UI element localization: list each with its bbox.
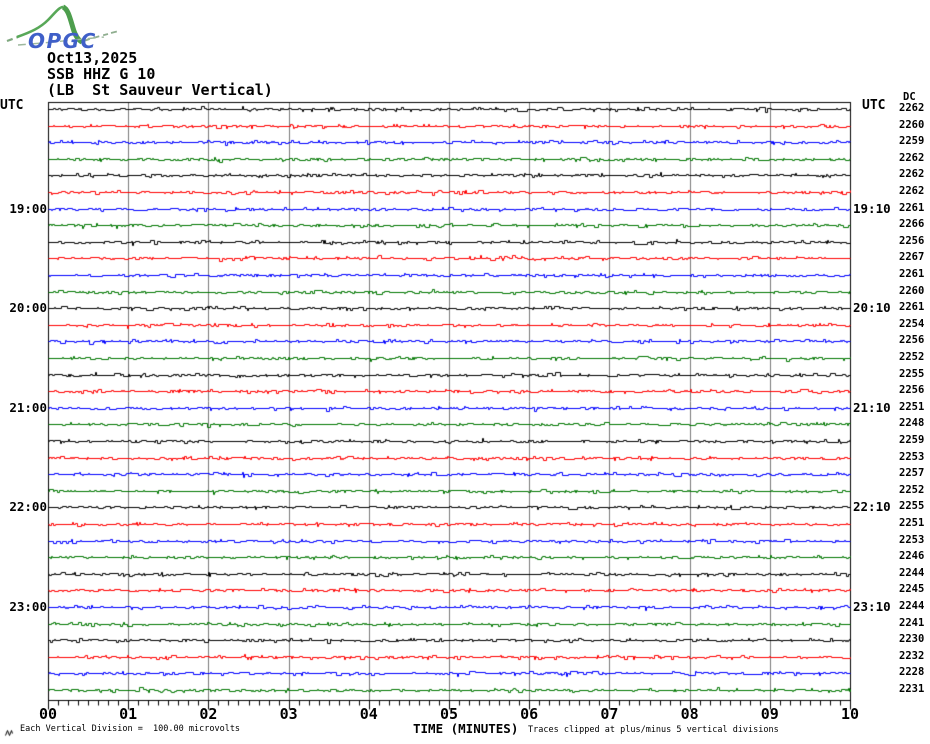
hour-label-right: 23:10 [853,599,891,614]
dc-value: 2257 [899,468,924,479]
opgc-logo: OPGC [4,2,122,52]
dc-value: 2259 [899,136,924,147]
dc-value: 2260 [899,120,924,131]
x-tick-label: 05 [440,706,458,722]
hour-label-left: 20:00 [9,300,47,315]
utc-label-right: UTC [862,99,885,113]
dc-value: 2255 [899,369,924,380]
x-tick-label: 01 [119,706,137,722]
x-tick-label: 10 [841,706,859,722]
dc-value: 2267 [899,252,924,263]
x-tick-label: 08 [681,706,699,722]
x-tick-label: 06 [520,706,538,722]
dc-value: 2262 [899,153,924,164]
hour-label-right: 22:10 [853,499,891,514]
dc-value: 2253 [899,452,924,463]
dc-value: 2256 [899,385,924,396]
dc-value: 2246 [899,551,924,562]
dc-value: 2259 [899,435,924,446]
dc-value: 2251 [899,402,924,413]
x-tick-label: 03 [280,706,298,722]
dc-value: 2262 [899,169,924,180]
dc-value: 2255 [899,501,924,512]
clip-note: Traces clipped at plus/minus 5 vertical … [528,725,779,735]
dc-value: 2261 [899,269,924,280]
dc-value: 2244 [899,601,924,612]
hour-label-left: 23:00 [9,599,47,614]
dc-value: 2231 [899,684,924,695]
dc-value: 2244 [899,568,924,579]
dc-value: 2252 [899,485,924,496]
dc-value: 2252 [899,352,924,363]
x-tick-label: 07 [600,706,618,722]
hour-label-left: 21:00 [9,400,47,415]
dc-value: 2262 [899,103,924,114]
dc-value: 2230 [899,634,924,645]
utc-label-left: UTC [0,99,23,113]
dc-value: 2254 [899,319,924,330]
x-tick-label: 04 [360,706,378,722]
location-label: (LB St Sauveur Vertical) [47,82,273,98]
scale-note: Each Vertical Division = 100.00 microvol… [20,724,240,734]
dc-value: 2261 [899,203,924,214]
hour-label-right: 19:10 [853,201,891,216]
dc-value: 2253 [899,535,924,546]
dc-value: 2251 [899,518,924,529]
dc-value: 2241 [899,618,924,629]
hour-label-right: 21:10 [853,400,891,415]
logo-dash-left [7,37,18,41]
dc-value: 2260 [899,286,924,297]
date-label: Oct13,2025 [47,50,137,66]
dc-value: 2245 [899,584,924,595]
dc-value: 2262 [899,186,924,197]
dc-value: 2256 [899,335,924,346]
dc-value: 2232 [899,651,924,662]
helicorder-plot [0,0,930,744]
hour-label-left: 19:00 [9,201,47,216]
x-tick-label: 00 [39,706,57,722]
station-label: SSB HHZ G 10 [47,66,155,82]
dc-value: 2266 [899,219,924,230]
dc-value: 2256 [899,236,924,247]
dc-value: 2261 [899,302,924,313]
x-tick-label: 02 [199,706,217,722]
time-axis-label: TIME (MINUTES) [413,721,518,736]
hour-label-left: 22:00 [9,499,47,514]
hour-label-right: 20:10 [853,300,891,315]
dc-value: 2228 [899,667,924,678]
dc-value: 2248 [899,418,924,429]
x-tick-label: 09 [761,706,779,722]
